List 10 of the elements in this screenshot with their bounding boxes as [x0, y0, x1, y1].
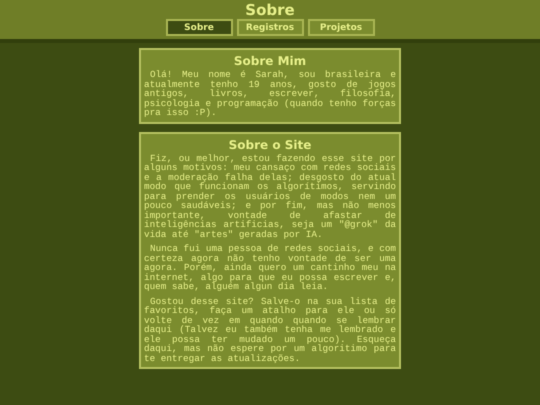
paragraph: Gostou desse site? Salve-o na sua lista de favoritos, faça um atalho para ele ou só volte de vez em quando quando se lembrar daqui (Talvez eu também tenha me lembrado e ele possa ter mudado um pouco). Esqueça daqui, mas não espere por um algoritimo para te entregar as atualizações.: [144, 296, 396, 363]
paragraph: Olá! Meu nome é Sarah, sou brasileira e atualmente tenho 19 anos, gosto de jogos antigos, livros, escrever, filosofia, psicologia e programação (quando tenho forças pra isso :P).: [144, 70, 396, 118]
nav-tab[interactable]: Sobre: [166, 19, 232, 36]
paragraph: Nunca fui uma pessoa de redes sociais, e com certeza agora não tenho vontade de ser uma agora. Porém, ainda quero um cantinho meu na internet, algo para que eu possa escrever e, quem sabe, alguém algun dia leia.: [144, 244, 396, 292]
nav-tab[interactable]: Projetos: [308, 19, 374, 36]
site-title: Sobre: [245, 1, 295, 19]
section-heading: Sobre o Site: [228, 136, 312, 152]
paragraph: Fiz, ou melhor, estou fazendo esse site por alguns motivos: meu cansaço com redes sociais e a moderação falha delas; desgosto do atual modo que funcionam os algorítimos, servindo para prender os usuários de modos nem um pouco saudáveis; e por fim, mas não menos importante, vontade de afastar de inteligências artificias, seja um "@grok" da vida até "artes" geradas por IA.: [144, 154, 396, 239]
section-heading: Sobre Mim: [232, 53, 308, 69]
nav-tab[interactable]: Registros: [236, 19, 304, 36]
